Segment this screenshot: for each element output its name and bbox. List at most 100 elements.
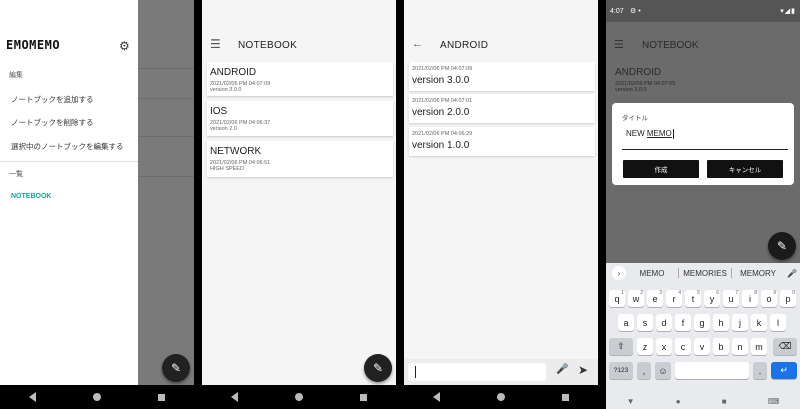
soft-keyboard: › MEMO MEMORIES MEMORY 🎤 q1w2e3r4t5y6u7i… (606, 263, 800, 409)
key-j[interactable]: j (732, 314, 748, 331)
notebook-card[interactable]: ANDROID 2021/02/06 PM 04:07:09 version 3… (207, 62, 393, 96)
scrim-divider (138, 98, 194, 99)
add-notebook-fab[interactable]: ✎ (364, 354, 392, 382)
nav-home-icon[interactable]: ● (676, 397, 681, 406)
nav-back-icon[interactable] (432, 392, 440, 402)
key-t[interactable]: t5 (685, 290, 701, 307)
comma-key[interactable]: , (637, 362, 651, 379)
key-k[interactable]: k (751, 314, 767, 331)
system-nav-bar (404, 385, 598, 409)
notebook-list-screen: ☰ NOTEBOOK ANDROID 2021/02/06 PM 04:07:0… (202, 0, 396, 409)
nav-recents-icon[interactable] (562, 393, 570, 401)
nav-home-icon[interactable] (496, 393, 505, 401)
key-w[interactable]: w2 (628, 290, 644, 307)
scrim-divider (138, 176, 194, 177)
send-icon[interactable]: ➤ (578, 363, 588, 377)
key-g[interactable]: g (694, 314, 710, 331)
add-memo-fab[interactable]: ✎ (162, 354, 190, 382)
symbols-key[interactable]: ?123 (609, 362, 633, 379)
drawer-item-delete-notebook[interactable]: ノートブックを削除する (11, 117, 94, 128)
create-button[interactable]: 作成 (623, 160, 699, 178)
notebook-card[interactable]: IOS 2021/02/06 PM 04:06:37 version 2.0 (207, 101, 393, 136)
key-p[interactable]: p0 (780, 290, 796, 307)
key-y[interactable]: y6 (704, 290, 720, 307)
key-i[interactable]: i8 (742, 290, 758, 307)
drawer-item-add-notebook[interactable]: ノートブックを追加する (11, 94, 94, 105)
chevron-down-icon[interactable]: ▼ (627, 397, 635, 406)
key-u[interactable]: u7 (723, 290, 739, 307)
memo-card[interactable]: 2021/02/06 PM 04:06:29 version 1.0.0 (409, 127, 595, 156)
create-dialog-screen: 4:07 ⚙ • ▾◢▮ ☰ NOTEBOOK ANDROID 2021/02/… (606, 0, 800, 409)
pencil-icon: ✎ (372, 361, 384, 375)
memo-card[interactable]: 2021/02/06 PM 04:07:09 version 3.0.0 (409, 62, 595, 91)
notebook-list-content: ☰ NOTEBOOK ANDROID 2021/02/06 PM 04:07:0… (202, 0, 396, 385)
title-input-composing: MEMO (646, 129, 672, 139)
nav-home-icon[interactable] (92, 393, 101, 401)
status-time: 4:07 (610, 8, 624, 15)
shift-key[interactable]: ⇧ (609, 338, 633, 355)
title-input[interactable]: NEW MEMO (622, 126, 788, 150)
back-arrow-icon[interactable]: ← (412, 38, 423, 50)
enter-key[interactable]: ↵ (771, 362, 797, 379)
key-h[interactable]: h (713, 314, 729, 331)
key-number-hint: 3 (659, 290, 662, 296)
key-n[interactable]: n (732, 338, 748, 355)
key-number-hint: 5 (697, 290, 700, 296)
drawer-item-edit-notebook[interactable]: 選択中のノートブックを編集する (11, 141, 124, 152)
suggestion-word[interactable]: MEMORIES (679, 269, 731, 278)
key-d[interactable]: d (656, 314, 672, 331)
drawer-item-notebook[interactable]: NOTEBOOK (11, 193, 51, 200)
message-input-bar: 🎤 ➤ (404, 359, 598, 385)
gear-icon[interactable]: ⚙ (119, 39, 130, 53)
key-a[interactable]: a (618, 314, 634, 331)
memo-list-content: ← ANDROID 2021/02/06 PM 04:07:09 version… (404, 0, 598, 385)
period-key[interactable]: . (753, 362, 767, 379)
key-l[interactable]: l (770, 314, 786, 331)
key-e[interactable]: e3 (647, 290, 663, 307)
app-logo: EMOMEMO (6, 38, 61, 52)
memo-input[interactable] (408, 363, 546, 381)
nav-home-icon[interactable] (294, 393, 303, 401)
key-label: t (691, 293, 695, 304)
notebook-card[interactable]: NETWORK 2021/02/06 PM 04:06:51 HIGH SPEE… (207, 141, 393, 177)
key-b[interactable]: b (713, 338, 729, 355)
mic-icon[interactable]: 🎤 (556, 364, 568, 375)
suggestion-word[interactable]: MEMORY (732, 269, 784, 278)
key-f[interactable]: f (675, 314, 691, 331)
menu-icon[interactable]: ☰ (210, 37, 221, 51)
title-input-prefix: NEW (626, 129, 647, 139)
notebook-title: IOS (210, 106, 228, 117)
drawer-screen-content: EMOMEMO ⚙ 編集 ノートブックを追加する ノートブックを削除する 選択中… (0, 0, 194, 385)
emoji-icon[interactable]: ☺ (655, 362, 671, 379)
key-c[interactable]: c (675, 338, 691, 355)
key-z[interactable]: z (637, 338, 653, 355)
suggestion-word[interactable]: MEMO (626, 269, 678, 278)
signal-battery-icon: ▾◢▮ (780, 8, 796, 15)
chevron-right-icon[interactable]: › (612, 266, 626, 280)
key-o[interactable]: o9 (761, 290, 777, 307)
space-key[interactable] (675, 362, 749, 379)
nav-recents-icon[interactable]: ■ (722, 397, 727, 406)
cancel-button[interactable]: キャンセル (707, 160, 783, 178)
system-nav-bar (202, 385, 396, 409)
drawer-section-list: 一覧 (9, 171, 23, 178)
key-label: i (749, 293, 751, 304)
mic-icon[interactable]: 🎤 (784, 269, 800, 278)
key-x[interactable]: x (656, 338, 672, 355)
key-m[interactable]: m (751, 338, 767, 355)
page-title: ANDROID (440, 40, 489, 51)
key-label: y (709, 293, 715, 304)
nav-recents-icon[interactable] (158, 393, 166, 401)
key-s[interactable]: s (637, 314, 653, 331)
key-label: q (614, 293, 620, 304)
key-q[interactable]: q1 (609, 290, 625, 307)
nav-back-icon[interactable] (28, 392, 36, 402)
keyboard-switch-icon[interactable]: ⌨ (768, 397, 780, 406)
key-r[interactable]: r4 (666, 290, 682, 307)
nav-back-icon[interactable] (230, 392, 238, 402)
memo-card[interactable]: 2021/02/06 PM 04:07:01 version 2.0.0 (409, 94, 595, 123)
nav-recents-icon[interactable] (360, 393, 368, 401)
pencil-icon: ✎ (170, 361, 182, 375)
backspace-key[interactable]: ⌫ (773, 338, 797, 355)
key-v[interactable]: v (694, 338, 710, 355)
